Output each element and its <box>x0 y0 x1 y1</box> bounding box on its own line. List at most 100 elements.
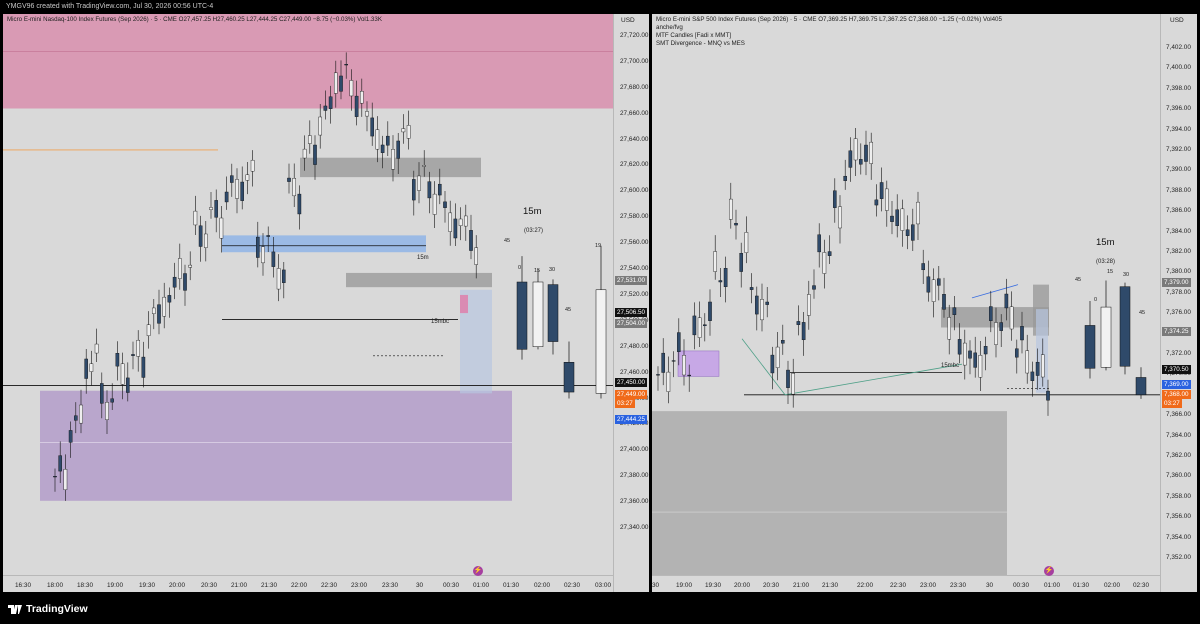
candle-body <box>895 209 900 226</box>
candle-body <box>968 350 972 359</box>
candle-body <box>780 340 785 344</box>
candle-body <box>812 285 816 290</box>
candle-body <box>1020 326 1024 341</box>
tradingview-logo[interactable]: TradingView <box>8 603 88 615</box>
candle-body <box>692 315 697 336</box>
price-axis[interactable]: USD 7,402.00 7,400.00 7,398.00 7,396.00 7,39… <box>1160 14 1197 592</box>
candle-body <box>365 111 369 117</box>
candle-body <box>334 72 338 94</box>
candle-body <box>209 207 213 210</box>
price-tag: 27,506.50 <box>615 307 648 317</box>
time-axis-label: 22:30 <box>321 582 337 589</box>
ohlc-readout: O27,457.25 H27,460.25 L27,444.25 C27,449… <box>178 16 382 23</box>
price-axis-label: 7,364.00 <box>1166 431 1191 439</box>
price-axis-label: 7,384.00 <box>1166 227 1191 235</box>
candle-body <box>235 179 239 199</box>
candle-body <box>380 144 385 153</box>
time-axis-label: 02:30 <box>564 582 580 589</box>
candle-body <box>443 201 447 208</box>
price-axis-label: 7,358.00 <box>1166 492 1191 500</box>
price-axis-label: 27,360.00 <box>620 498 649 506</box>
price-axis-label: 7,396.00 <box>1166 105 1191 113</box>
candle-body <box>151 307 156 314</box>
symbol-title[interactable]: Micro E-mini S&P 500 Index Futures (Sep … <box>656 16 816 23</box>
candle-body <box>406 125 411 139</box>
chart-pane-nasdaq[interactable]: Micro E-mini Nasdaq-100 Index Futures (S… <box>3 14 649 592</box>
candle-body <box>115 353 120 367</box>
time-axis-label: 02:30 <box>1133 582 1149 589</box>
discount-zone <box>40 390 512 501</box>
candle-body <box>978 354 983 378</box>
htf-candle-label: 19 <box>595 243 602 249</box>
fvg-blue-box <box>222 235 426 253</box>
htf-candle-label: 30 <box>1123 272 1130 278</box>
price-axis-label: 27,520.00 <box>620 290 649 298</box>
candle-body <box>219 217 224 239</box>
candle-body <box>796 321 801 325</box>
time-axis-label: 00:30 <box>1013 582 1029 589</box>
time-axis[interactable]: 16:30 18:00 18:30 19:00 19:30 20:00 20:30 21:00… <box>3 575 613 592</box>
time-axis-label: 23:30 <box>950 582 966 589</box>
candle-body <box>453 218 458 239</box>
fvg-gray-box <box>300 157 481 178</box>
candle-body <box>999 322 1004 331</box>
candle-body <box>937 278 941 286</box>
time-axis-label: 22:30 <box>890 582 906 589</box>
price-axis-label: 7,388.00 <box>1166 186 1191 194</box>
htf-candle-label: 0 <box>1094 297 1098 303</box>
candle-body <box>666 371 671 392</box>
htf-timer: (03:27) <box>524 228 544 234</box>
chart-pane-sp500[interactable]: Micro E-mini S&P 500 Index Futures (Sep … <box>652 14 1197 592</box>
candle-body <box>723 268 728 288</box>
candle-body <box>287 177 291 182</box>
time-axis-label: 03:00 <box>595 582 611 589</box>
currency-label[interactable]: USD <box>1170 17 1184 24</box>
lightning-icon[interactable]: ⚡ <box>473 566 483 576</box>
candle-body <box>162 296 167 317</box>
time-axis-label: 23:00 <box>351 582 367 589</box>
chart-plot-area[interactable] <box>3 14 613 576</box>
time-axis-label: 30 <box>986 582 994 589</box>
candle-body <box>58 455 62 472</box>
candle-body <box>458 218 463 226</box>
candle-body <box>271 251 276 267</box>
indicator-mtf-candles[interactable]: MTF Candles [Fadi x MMT] <box>656 32 1002 40</box>
currency-label[interactable]: USD <box>621 17 635 24</box>
price-axis[interactable]: USD 27,720.00 27,700.00 27,680.00 27,660.00… <box>613 14 649 592</box>
candle-body <box>858 159 863 165</box>
price-axis-label: 7,394.00 <box>1166 125 1191 133</box>
chart-legend: Micro E-mini S&P 500 Index Futures (Sep … <box>656 16 1002 48</box>
symbol-title[interactable]: Micro E-mini Nasdaq-100 Index Futures (S… <box>7 16 177 23</box>
candle-body <box>427 181 432 199</box>
candle-body <box>141 356 146 378</box>
time-axis-label: 18:00 <box>47 582 63 589</box>
candle-body <box>708 301 712 321</box>
candle-body <box>905 229 910 236</box>
smt-divergence-line <box>971 284 1019 299</box>
time-axis[interactable]: 30 19:00 19:30 20:00 20:30 21:00 21:30 22:00 22:… <box>652 575 1160 592</box>
htf-candle-label: 45 <box>1139 310 1146 316</box>
lightning-icon[interactable]: ⚡ <box>1044 566 1054 576</box>
indicator-smt-divergence[interactable]: SMT Divergence - MNQ vs MES <box>656 40 1002 48</box>
candle-body <box>422 165 427 167</box>
price-tag: 27,444.25 <box>615 414 648 424</box>
price-axis-label: 7,402.00 <box>1166 44 1191 51</box>
candle-body <box>947 317 952 340</box>
price-axis-label: 27,660.00 <box>620 109 649 117</box>
premium-zone <box>3 14 613 109</box>
candle-body <box>671 360 676 362</box>
candle-body <box>432 193 437 215</box>
chart-legend: Micro E-mini Nasdaq-100 Index Futures (S… <box>7 16 382 24</box>
candle-body <box>926 276 931 293</box>
price-axis-label: 7,392.00 <box>1166 146 1191 153</box>
pink-marker <box>460 294 468 314</box>
candle-body <box>193 210 198 226</box>
candle-body <box>734 222 738 226</box>
candle-body <box>703 324 707 327</box>
candle-body <box>302 148 307 159</box>
indicator-fvg[interactable]: anche/fvg <box>656 24 1002 32</box>
candle-body <box>354 95 359 117</box>
price-axis-label: 7,372.00 <box>1166 350 1191 357</box>
chart-plot-area[interactable] <box>652 14 1160 576</box>
candle-body <box>89 363 94 372</box>
